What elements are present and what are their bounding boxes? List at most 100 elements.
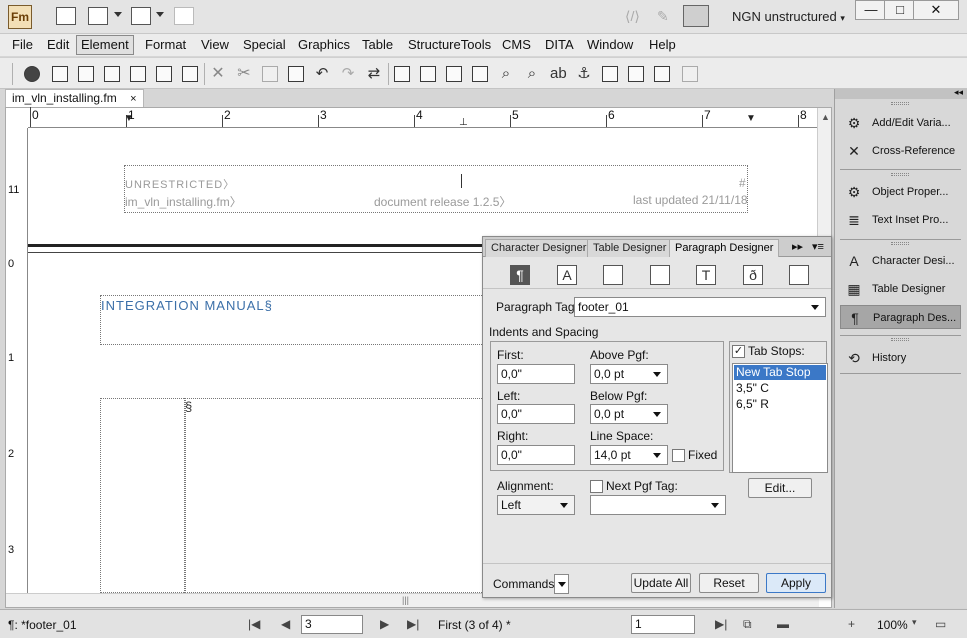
fixed-checkbox[interactable] [672,449,685,462]
layout-dropdown-icon[interactable] [114,12,122,17]
panel-object-properties[interactable]: ⚙ Object Proper... [840,180,961,204]
toggle-view-icon[interactable]: ⧉ [743,617,752,632]
reset-button[interactable]: Reset [699,573,759,593]
left-indent-field[interactable]: 0,0" [497,404,575,424]
workspace-selector[interactable]: NGN unstructured ▾ [732,9,845,24]
change-element-icon[interactable] [446,66,462,82]
wrap-element-icon[interactable] [420,66,436,82]
list-item[interactable]: 6,5" R [734,397,826,412]
menu-dita[interactable]: DITA [541,37,578,53]
spellcheck-icon[interactable]: ab [550,66,567,82]
pilcrow-icon[interactable]: ¶ [510,265,530,285]
menu-view[interactable]: View [197,37,233,53]
first-indent-field[interactable]: 0,0" [497,364,575,384]
panel-add-edit-variable[interactable]: ⚙ Add/Edit Varia... [840,111,961,135]
page-icon[interactable] [602,66,618,82]
below-pgf-select[interactable]: 0,0 pt [590,404,668,424]
layout-icon[interactable] [88,7,108,25]
new-document-icon[interactable] [52,66,68,82]
tab-character-designer[interactable]: Character Designer [485,239,593,257]
tab-paragraph-designer[interactable]: Paragraph Designer [669,239,780,257]
pencil-icon[interactable]: ✎ [657,8,669,25]
menu-help[interactable]: Help [645,37,680,53]
menu-file[interactable]: File [8,37,37,53]
panel-grip[interactable] [891,173,909,176]
print-icon[interactable] [156,66,172,82]
insert-element-icon[interactable] [394,66,410,82]
footer-filename[interactable]: im_vln_installing.fm〉 [125,193,242,210]
footer-release[interactable]: document release 1.2.5〉 [374,193,511,210]
undo-icon[interactable]: ↶ [314,66,330,82]
zoom-in-icon[interactable]: + [848,617,855,631]
next-page-icon[interactable]: ▶ [380,617,389,631]
search-icon[interactable]: ⌕ [524,66,540,82]
panel-text-inset[interactable]: ≣ Text Inset Pro... [840,208,961,232]
cut-icon[interactable]: ✂ [236,66,252,82]
redo-icon[interactable]: ↷ [340,66,356,82]
panel-paragraph-designer[interactable]: ¶ Paragraph Des... [840,305,961,329]
menu-table[interactable]: Table [358,37,397,53]
open-folder-icon[interactable] [78,66,94,82]
close-tab-icon[interactable]: × [130,93,136,105]
tab-stop-center-icon[interactable]: ⊥ [459,117,468,128]
panel-history[interactable]: ⟲ History [840,346,961,370]
table-cell-icon[interactable] [789,265,809,285]
next-pgf-select[interactable] [590,495,726,515]
manual-heading[interactable]: INTEGRATION MANUAL§ [101,298,273,313]
menu-special[interactable]: Special [239,37,290,53]
last-page-icon[interactable]: ▶| [407,617,419,631]
fit-window-icon[interactable]: ▭ [935,617,946,631]
commands-select[interactable] [554,574,569,594]
align-icon[interactable] [654,66,670,82]
code-brackets-icon[interactable]: ⟨/⟩ [625,8,640,25]
numbering-icon[interactable] [650,265,670,285]
footer-classification[interactable]: UNRESTRICTED〉 [125,176,235,192]
list-item[interactable]: New Tab Stop [734,365,826,380]
panel-grip[interactable] [891,102,909,105]
advanced-icon[interactable]: T [696,265,716,285]
delete-icon[interactable]: ✕ [210,66,226,82]
menu-cms[interactable]: CMS [498,37,535,53]
paragraph-tag-select[interactable]: footer_01 [574,297,826,317]
previous-page-icon[interactable]: ◀ [281,617,290,631]
font-icon[interactable]: A [557,265,577,285]
maximize-button[interactable]: □ [884,0,916,20]
scroll-up-icon[interactable]: ▲ [821,112,830,122]
right-indent-field[interactable]: 0,0" [497,445,575,465]
panel-grip[interactable] [891,338,909,341]
apply-button[interactable]: Apply [766,573,826,593]
menu-edit[interactable]: Edit [43,37,73,53]
tab-stops-checkbox[interactable]: ✓ [732,345,745,358]
lock-icon[interactable] [182,66,198,82]
tab-table-designer[interactable]: Table Designer [587,239,673,257]
collapse-icon[interactable]: ◂◂ [954,87,963,98]
menu-element[interactable]: Element [76,35,134,55]
first-page-icon[interactable]: |◀ [248,617,260,631]
chevron-down-icon[interactable]: ▾ [912,617,917,628]
grid-icon[interactable] [628,66,644,82]
pagination-icon[interactable] [603,265,623,285]
asian-icon[interactable]: ð [743,265,763,285]
save-icon[interactable] [104,66,120,82]
next-pgf-checkbox[interactable] [590,480,603,493]
tab-stop-right-icon[interactable]: ▼ [746,113,756,124]
edit-button[interactable]: Edit... [748,478,812,498]
close-button[interactable]: ✕ [913,0,959,20]
panel-table-designer[interactable]: ▦ Table Designer [840,277,961,301]
zoom-out-icon[interactable]: ▬ [777,617,789,631]
zoom-level[interactable]: 100% [877,618,908,632]
repeat-icon[interactable]: ⇄ [366,66,382,82]
above-pgf-select[interactable]: 0,0 pt [590,364,668,384]
menu-structuretools[interactable]: StructureTools [404,37,495,53]
document-view-icon[interactable] [683,5,709,27]
panel-menu-icon[interactable]: ▾≡ [812,240,824,253]
update-all-button[interactable]: Update All [631,573,691,593]
save-as-icon[interactable] [130,66,146,82]
find-icon[interactable]: ⌕ [498,66,514,82]
tab-stops-list[interactable]: New Tab Stop 3,5" C 6,5" R [732,363,828,473]
section-mark[interactable]: § [185,399,192,414]
copy-icon[interactable] [262,66,278,82]
screen-mode-dropdown-icon[interactable] [156,12,164,17]
alignment-select[interactable]: Left [497,495,575,515]
menu-graphics[interactable]: Graphics [294,37,354,53]
